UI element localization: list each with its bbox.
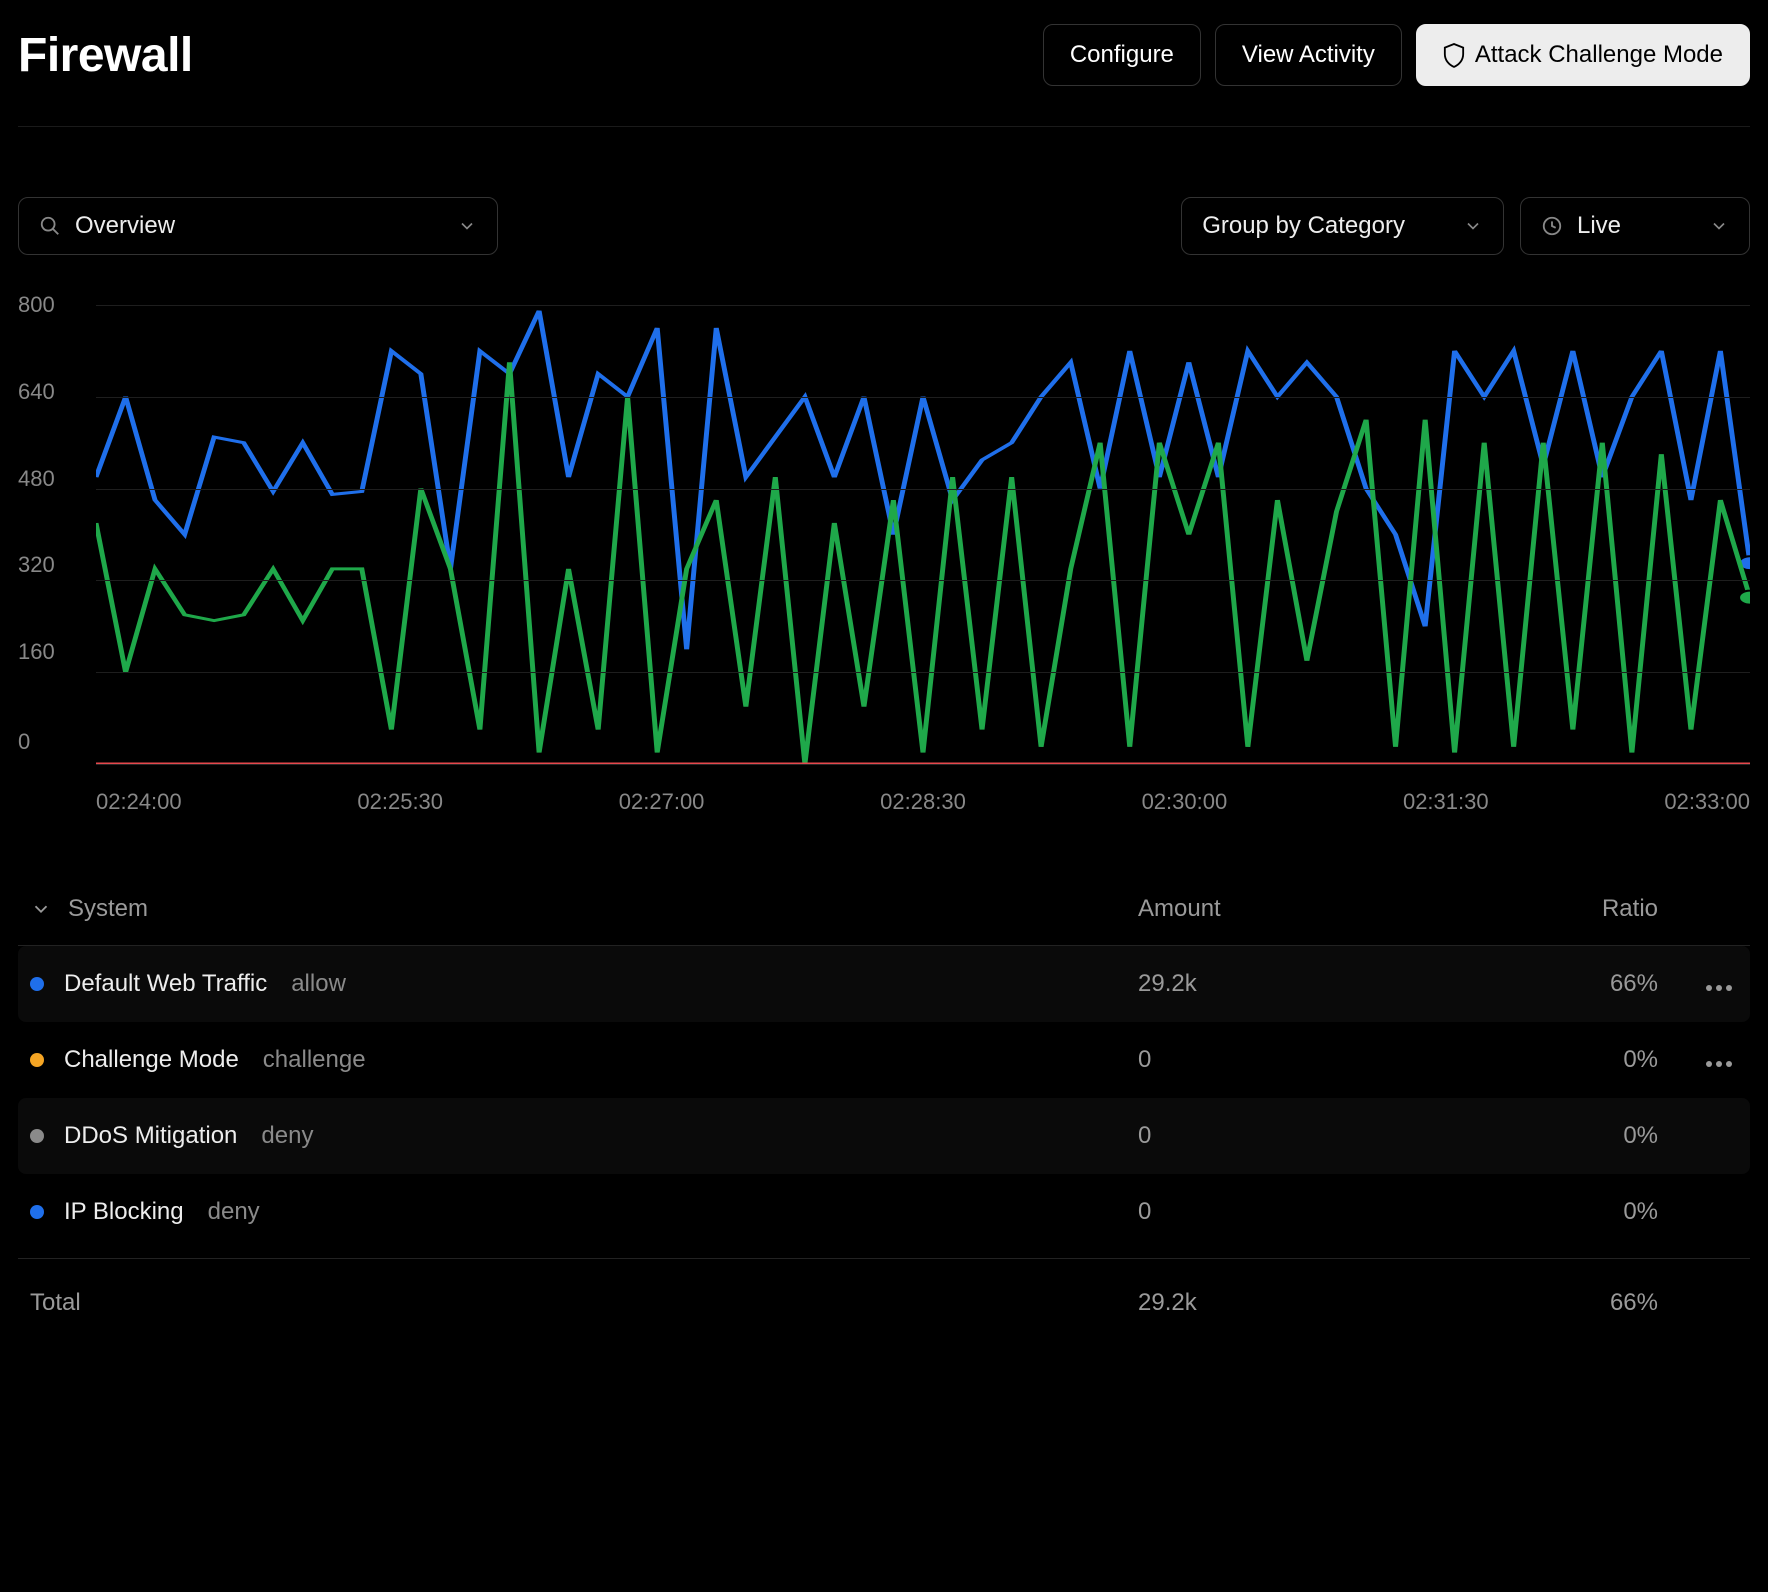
series-color-dot — [30, 1205, 44, 1219]
rules-table: System Amount Ratio Default Web Traffic … — [18, 895, 1750, 1325]
th-ratio: Ratio — [1498, 895, 1658, 923]
y-tick: 800 — [18, 292, 86, 318]
row-action: allow — [291, 970, 346, 998]
series-color-dot — [30, 1129, 44, 1143]
view-activity-label: View Activity — [1242, 41, 1375, 69]
th-amount: Amount — [1138, 895, 1498, 923]
configure-button[interactable]: Configure — [1043, 24, 1201, 86]
chart-series-line — [96, 311, 1750, 649]
row-amount: 0 — [1138, 1198, 1498, 1226]
table-row[interactable]: IP Blocking deny 0 0% — [18, 1174, 1750, 1250]
total-ratio: 66% — [1498, 1289, 1658, 1317]
row-amount: 0 — [1138, 1122, 1498, 1150]
view-activity-button[interactable]: View Activity — [1215, 24, 1402, 86]
row-action: deny — [261, 1122, 313, 1150]
x-tick: 02:28:30 — [880, 789, 966, 815]
row-action: challenge — [263, 1046, 366, 1074]
th-system: System — [68, 895, 148, 923]
x-tick: 02:31:30 — [1403, 789, 1489, 815]
y-tick: 480 — [18, 466, 86, 492]
attack-mode-label: Attack Challenge Mode — [1475, 41, 1723, 69]
x-axis: 02:24:00 02:25:30 02:27:00 02:28:30 02:30:00… — [96, 789, 1750, 815]
shield-icon — [1443, 42, 1465, 68]
clock-icon — [1541, 215, 1563, 237]
table-row[interactable]: DDoS Mitigation deny 0 0% — [18, 1098, 1750, 1174]
header: Firewall Configure View Activity Attack … — [18, 24, 1750, 127]
chart: 8006404803201600 02:24:0002:25:3002:27:0… — [18, 305, 1750, 815]
chart-series-line — [96, 362, 1750, 764]
plot-area — [96, 305, 1750, 765]
more-icon[interactable] — [1700, 979, 1738, 997]
x-tick: 02:24:00 — [96, 789, 182, 815]
more-icon[interactable] — [1700, 1055, 1738, 1073]
total-row: Total 29.2k 66% — [18, 1258, 1750, 1325]
controls-bar: Overview Group by Category Live — [18, 197, 1750, 255]
chevron-down-icon — [1709, 216, 1729, 236]
y-tick: 160 — [18, 639, 86, 665]
table-header: System Amount Ratio — [18, 895, 1750, 946]
row-ratio: 0% — [1498, 1198, 1658, 1226]
row-ratio: 0% — [1498, 1046, 1658, 1074]
series-color-dot — [30, 1053, 44, 1067]
table-row[interactable]: Challenge Mode challenge 0 0% — [18, 1022, 1750, 1098]
configure-label: Configure — [1070, 41, 1174, 69]
row-name: Default Web Traffic — [64, 970, 267, 998]
y-axis: 8006404803201600 — [18, 305, 86, 765]
row-ratio: 66% — [1498, 970, 1658, 998]
row-amount: 0 — [1138, 1046, 1498, 1074]
row-name: IP Blocking — [64, 1198, 184, 1226]
y-tick: 640 — [18, 379, 86, 405]
overview-select[interactable]: Overview — [18, 197, 498, 255]
row-action: deny — [208, 1198, 260, 1226]
row-amount: 29.2k — [1138, 970, 1498, 998]
table-row[interactable]: Default Web Traffic allow 29.2k 66% — [18, 946, 1750, 1022]
x-tick: 02:30:00 — [1142, 789, 1228, 815]
y-tick: 0 — [18, 729, 86, 755]
group-by-label: Group by Category — [1202, 212, 1405, 240]
group-by-select[interactable]: Group by Category — [1181, 197, 1504, 255]
y-tick: 320 — [18, 552, 86, 578]
x-tick: 02:25:30 — [357, 789, 443, 815]
total-amount: 29.2k — [1138, 1289, 1498, 1317]
row-ratio: 0% — [1498, 1122, 1658, 1150]
attack-challenge-mode-button[interactable]: Attack Challenge Mode — [1416, 24, 1750, 86]
header-actions: Configure View Activity Attack Challenge… — [1043, 24, 1750, 86]
search-icon — [39, 215, 61, 237]
chevron-down-icon — [457, 216, 477, 236]
x-tick: 02:33:00 — [1664, 789, 1750, 815]
x-tick: 02:27:00 — [619, 789, 705, 815]
row-name: Challenge Mode — [64, 1046, 239, 1074]
time-range-label: Live — [1577, 212, 1621, 240]
time-range-select[interactable]: Live — [1520, 197, 1750, 255]
page-title: Firewall — [18, 28, 193, 83]
total-label: Total — [30, 1289, 81, 1317]
series-color-dot — [30, 977, 44, 991]
row-name: DDoS Mitigation — [64, 1122, 237, 1150]
chevron-down-icon[interactable] — [30, 898, 52, 920]
overview-label: Overview — [75, 212, 175, 240]
series-end-dot — [1738, 591, 1750, 605]
chevron-down-icon — [1463, 216, 1483, 236]
